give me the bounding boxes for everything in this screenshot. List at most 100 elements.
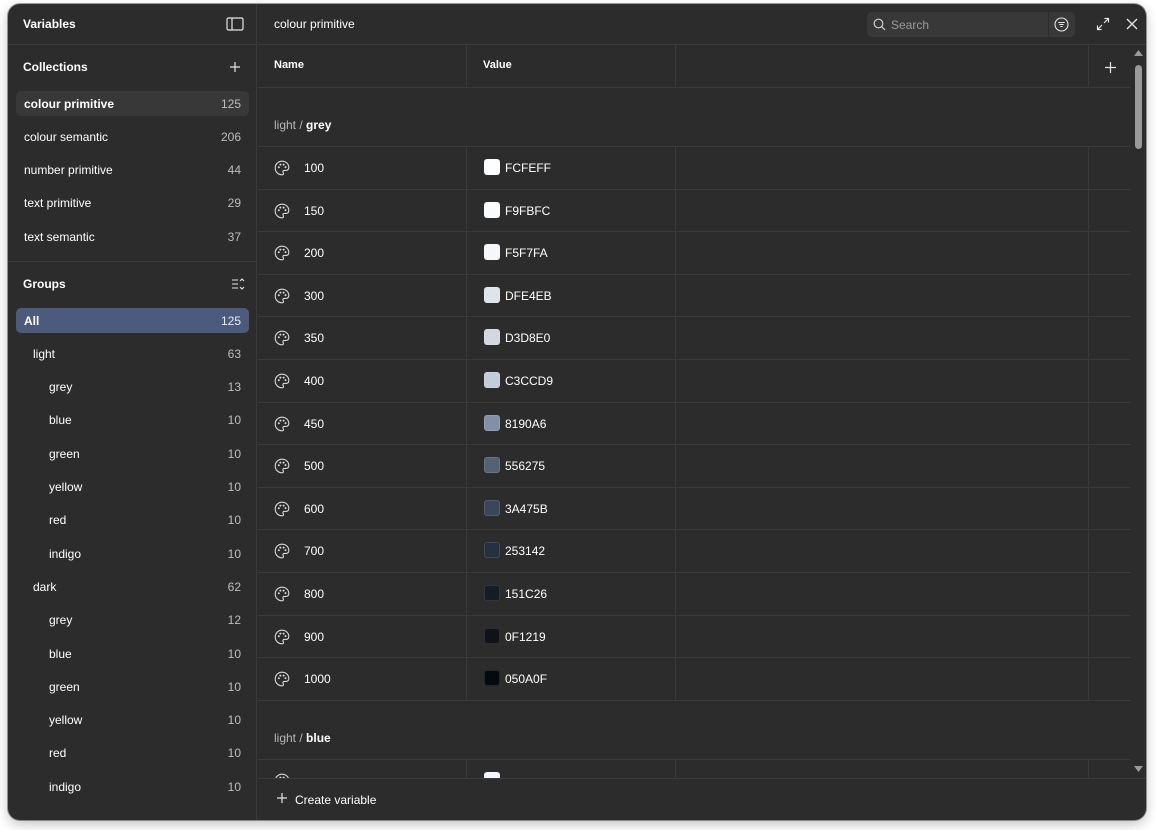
group-item[interactable]: grey 12 <box>16 608 249 633</box>
column-divider <box>1088 45 1089 88</box>
add-column-icon[interactable] <box>1102 59 1118 75</box>
variable-value[interactable]: D3D8E0 <box>505 331 550 345</box>
group-item[interactable]: red 10 <box>16 741 249 766</box>
sidebar-toggle-icon[interactable] <box>226 15 244 33</box>
variable-name[interactable]: 1000 <box>304 672 331 686</box>
group-path-name: blue <box>306 730 331 745</box>
color-swatch[interactable] <box>484 371 500 388</box>
color-swatch[interactable] <box>484 499 500 516</box>
color-swatch[interactable] <box>484 670 500 687</box>
variable-row[interactable]: 300 DFE4EB <box>258 274 1131 318</box>
variable-row[interactable]: 600 3A475B <box>258 487 1131 531</box>
variable-name[interactable]: 600 <box>304 502 324 516</box>
group-item[interactable]: blue 10 <box>16 408 249 433</box>
collection-item[interactable]: colour primitive 125 <box>16 91 249 116</box>
column-divider <box>675 147 676 190</box>
variable-value[interactable]: 0F1219 <box>505 630 546 644</box>
search-input[interactable] <box>891 12 1041 37</box>
color-swatch[interactable] <box>484 542 500 559</box>
collection-item[interactable]: text semantic 37 <box>16 224 249 249</box>
expand-icon[interactable] <box>1095 16 1111 32</box>
color-swatch[interactable] <box>484 201 500 218</box>
variable-value[interactable]: 3A475B <box>505 502 548 516</box>
variable-value[interactable]: 151C26 <box>505 587 547 601</box>
color-swatch[interactable] <box>484 286 500 303</box>
group-item[interactable]: light 63 <box>16 341 249 366</box>
variable-value[interactable]: C3CCD9 <box>505 374 553 388</box>
group-item[interactable]: grey 13 <box>16 375 249 400</box>
variable-name[interactable]: 450 <box>304 417 324 431</box>
column-divider <box>466 445 467 488</box>
variable-value[interactable]: F9FBFC <box>505 204 550 218</box>
collection-item[interactable]: colour semantic 206 <box>16 124 249 149</box>
color-variable-icon <box>274 288 290 309</box>
group-item[interactable]: green 10 <box>16 441 249 466</box>
variable-name[interactable]: 400 <box>304 374 324 388</box>
group-count: 10 <box>227 679 241 694</box>
group-item[interactable]: red 10 <box>16 508 249 533</box>
variable-value[interactable]: 050A0F <box>505 672 547 686</box>
add-collection-icon[interactable] <box>227 59 243 75</box>
column-divider <box>1088 402 1089 446</box>
variable-row[interactable]: 900 0F1219 <box>258 615 1131 659</box>
variable-name[interactable]: 800 <box>304 587 324 601</box>
collapse-groups-icon[interactable] <box>230 276 246 292</box>
variable-value[interactable]: 556275 <box>505 459 545 473</box>
variable-value[interactable]: 253142 <box>505 544 545 558</box>
variable-name[interactable]: 300 <box>304 289 324 303</box>
group-item[interactable]: green 10 <box>16 674 249 699</box>
column-header-name[interactable]: Name <box>274 59 304 71</box>
color-swatch[interactable] <box>484 244 500 261</box>
scroll-up-icon[interactable] <box>1134 50 1143 56</box>
sidebar-header: Variables <box>8 4 257 45</box>
variable-name[interactable]: 500 <box>304 459 324 473</box>
column-divider <box>466 45 467 88</box>
color-swatch[interactable] <box>484 457 500 474</box>
variable-name[interactable]: 150 <box>304 204 324 218</box>
group-item[interactable]: indigo 10 <box>16 774 249 799</box>
filter-icon[interactable] <box>1054 17 1069 37</box>
variable-row[interactable]: 150 F9FBFC <box>258 189 1131 233</box>
variable-row[interactable]: 450 8190A6 <box>258 402 1131 446</box>
variable-row[interactable]: 200 F5F7FA <box>258 232 1131 275</box>
color-swatch[interactable] <box>484 329 500 346</box>
close-icon[interactable] <box>1124 16 1140 32</box>
variable-value[interactable]: F5F7FA <box>505 246 548 260</box>
variable-row[interactable]: 100 FCFEFF <box>258 147 1131 190</box>
variable-name[interactable]: 100 <box>304 161 324 175</box>
panel-title: Variables <box>23 17 76 31</box>
variable-name[interactable]: 700 <box>304 544 324 558</box>
color-swatch[interactable] <box>484 414 500 431</box>
variable-value[interactable]: FCFEFF <box>505 161 551 175</box>
variable-row[interactable]: 800 151C26 <box>258 572 1131 616</box>
column-header-value[interactable]: Value <box>483 59 512 71</box>
group-item[interactable]: All 125 <box>16 308 249 333</box>
variable-row[interactable]: 500 556275 <box>258 445 1131 488</box>
variable-name[interactable]: 200 <box>304 246 324 260</box>
collection-item[interactable]: number primitive 44 <box>16 158 249 183</box>
variable-value[interactable]: 8190A6 <box>505 417 546 431</box>
group-item[interactable]: dark 62 <box>16 574 249 599</box>
collection-item[interactable]: text primitive 29 <box>16 191 249 216</box>
variable-name[interactable]: 350 <box>304 331 324 345</box>
variable-name[interactable]: 900 <box>304 630 324 644</box>
group-item[interactable]: blue 10 <box>16 641 249 666</box>
color-swatch[interactable] <box>484 159 500 175</box>
color-swatch[interactable] <box>484 584 500 601</box>
group-item[interactable]: yellow 10 <box>16 475 249 500</box>
group-item[interactable]: indigo 10 <box>16 541 249 566</box>
scrollbar-thumb[interactable] <box>1135 65 1142 149</box>
variable-row[interactable]: 1000 050A0F <box>258 658 1131 701</box>
variable-row[interactable] <box>258 759 1131 778</box>
group-item[interactable]: yellow 10 <box>16 708 249 733</box>
scrollbar[interactable] <box>1131 45 1146 778</box>
variable-row[interactable]: 350 D3D8E0 <box>258 317 1131 360</box>
create-variable-button[interactable]: Create variable <box>276 792 376 807</box>
variable-row[interactable]: 400 C3CCD9 <box>258 359 1131 403</box>
main-header: colour primitive <box>258 4 1146 45</box>
variable-value[interactable]: DFE4EB <box>505 289 552 303</box>
column-divider <box>1088 274 1089 318</box>
color-swatch[interactable] <box>484 627 500 644</box>
scroll-down-icon[interactable] <box>1134 766 1143 772</box>
variable-row[interactable]: 700 253142 <box>258 530 1131 573</box>
